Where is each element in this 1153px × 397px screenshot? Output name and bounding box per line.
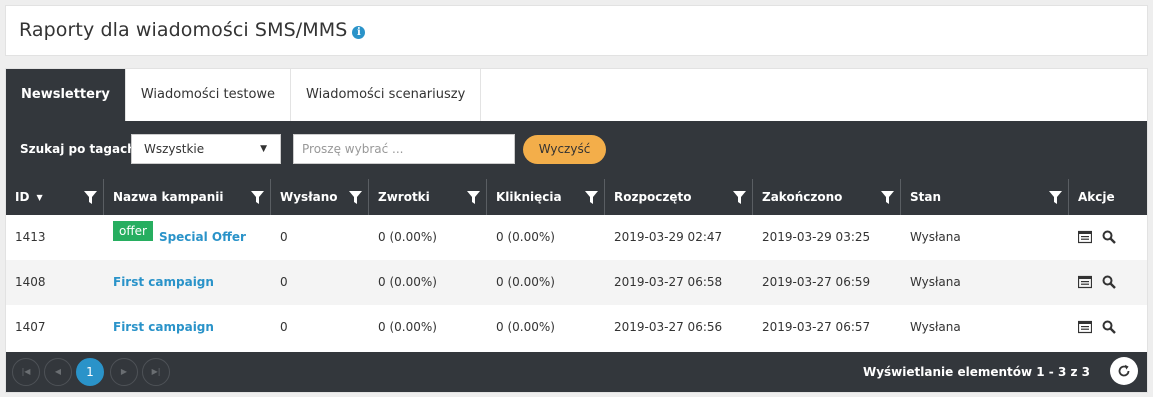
cell-sent: 0 — [280, 230, 288, 244]
cell-state: Wysłana — [910, 320, 961, 334]
filter-icon[interactable] — [251, 191, 264, 204]
tag-badge: offer — [113, 221, 153, 241]
column-label: ID — [15, 190, 30, 204]
filter-icon[interactable] — [585, 191, 598, 204]
cell-id: 1408 — [15, 275, 46, 289]
cell-started: 2019-03-27 06:56 — [614, 320, 723, 334]
reports-panel: Newslettery Wiadomości testowe Wiadomośc… — [5, 68, 1148, 393]
column-header-campaign-name[interactable]: Nazwa kampanii — [104, 179, 271, 215]
cell-campaign-name: First campaign — [104, 305, 271, 350]
first-page-icon[interactable]: |◀ — [12, 358, 40, 386]
column-label: Akcje — [1078, 190, 1115, 204]
column-header-started[interactable]: Rozpoczęto — [605, 179, 753, 215]
refresh-icon — [1118, 364, 1130, 377]
cell-sent: 0 — [280, 275, 288, 289]
table-row: 1413 offer Special Offer 0 0 (0.00%) 0 (0… — [6, 215, 1147, 260]
tag-search-label: Szukaj po tagach: — [20, 142, 141, 156]
clear-button[interactable]: Wyczyść — [523, 135, 606, 164]
last-page-icon[interactable]: ▶| — [142, 358, 170, 386]
column-label: Wysłano — [280, 190, 338, 204]
column-header-id[interactable]: ID ▼ — [6, 179, 104, 215]
prev-page-icon[interactable]: ◀ — [44, 358, 72, 386]
campaign-link[interactable]: First campaign — [113, 275, 214, 289]
filter-icon[interactable] — [467, 191, 480, 204]
filter-icon[interactable] — [733, 191, 746, 204]
report-list-icon[interactable] — [1078, 230, 1092, 244]
cell-started: 2019-03-29 02:47 — [614, 230, 723, 244]
sort-desc-icon[interactable]: ▼ — [36, 180, 42, 216]
page-header: Raporty dla wiadomości SMS/MMS i — [5, 5, 1148, 56]
search-icon[interactable] — [1102, 275, 1116, 289]
cell-finished: 2019-03-27 06:59 — [762, 275, 871, 289]
cell-clicks: 0 (0.00%) — [496, 275, 555, 289]
cell-actions — [1069, 305, 1147, 350]
tab-scenario-messages[interactable]: Wiadomości scenariuszy — [291, 69, 482, 121]
column-header-returns[interactable]: Zwrotki — [369, 179, 487, 215]
cell-actions — [1069, 260, 1147, 305]
table-row: 1407 First campaign 0 0 (0.00%) 0 (0.00%… — [6, 305, 1147, 350]
filter-icon[interactable] — [349, 191, 362, 204]
filter-icon[interactable] — [84, 191, 97, 204]
column-label: Zakończono — [762, 190, 843, 204]
tab-newsletters[interactable]: Newslettery — [6, 69, 126, 121]
next-page-icon[interactable]: ▶ — [110, 358, 138, 386]
cell-returns: 0 (0.00%) — [378, 230, 437, 244]
cell-state: Wysłana — [910, 275, 961, 289]
cell-actions — [1069, 215, 1147, 260]
info-icon[interactable]: i — [352, 26, 366, 39]
pagination-bar: |◀ ◀ 1 ▶ ▶| Wyświetlanie elementów 1 - 3… — [6, 352, 1147, 392]
column-header-state[interactable]: Stan — [901, 179, 1069, 215]
cell-returns: 0 (0.00%) — [378, 275, 437, 289]
column-header-clicks[interactable]: Kliknięcia — [487, 179, 605, 215]
cell-finished: 2019-03-29 03:25 — [762, 230, 871, 244]
tag-select-value: Wszystkie — [144, 142, 205, 156]
cell-started: 2019-03-27 06:58 — [614, 275, 723, 289]
column-label: Kliknięcia — [496, 190, 562, 204]
report-list-icon[interactable] — [1078, 320, 1092, 334]
campaign-link[interactable]: First campaign — [113, 320, 214, 334]
column-label: Zwrotki — [378, 190, 430, 204]
cell-clicks: 0 (0.00%) — [496, 230, 555, 244]
cell-campaign-name: offer Special Offer — [104, 215, 271, 260]
pager-info: Wyświetlanie elementów 1 - 3 z 3 — [862, 365, 1090, 379]
refresh-button[interactable] — [1110, 357, 1138, 385]
cell-campaign-name: First campaign — [104, 260, 271, 305]
tab-bar: Newslettery Wiadomości testowe Wiadomośc… — [6, 69, 482, 121]
tag-search-input[interactable] — [293, 134, 515, 164]
caret-down-icon: ▼ — [260, 144, 267, 154]
page-button-current[interactable]: 1 — [76, 358, 104, 386]
cell-id: 1413 — [15, 230, 46, 244]
tag-select[interactable]: Wszystkie ▼ — [131, 134, 281, 164]
cell-returns: 0 (0.00%) — [378, 320, 437, 334]
table-body: 1413 offer Special Offer 0 0 (0.00%) 0 (0… — [6, 215, 1147, 350]
search-icon[interactable] — [1102, 230, 1116, 244]
filter-toolbar: Szukaj po tagach: Wszystkie ▼ Wyczyść — [6, 121, 1147, 179]
column-header-finished[interactable]: Zakończono — [753, 179, 901, 215]
page-title-text: Raporty dla wiadomości SMS/MMS — [19, 19, 348, 41]
cell-clicks: 0 (0.00%) — [496, 320, 555, 334]
search-icon[interactable] — [1102, 320, 1116, 334]
table-row: 1408 First campaign 0 0 (0.00%) 0 (0.00%… — [6, 260, 1147, 305]
filter-icon[interactable] — [881, 191, 894, 204]
cell-sent: 0 — [280, 320, 288, 334]
column-label: Nazwa kampanii — [113, 190, 224, 204]
column-label: Rozpoczęto — [614, 190, 692, 204]
table-header: ID ▼ Nazwa kampanii Wysłano Zwrotki Klikn… — [6, 179, 1147, 215]
column-label: Stan — [910, 190, 942, 204]
cell-id: 1407 — [15, 320, 46, 334]
column-header-sent[interactable]: Wysłano — [271, 179, 369, 215]
cell-finished: 2019-03-27 06:57 — [762, 320, 871, 334]
report-list-icon[interactable] — [1078, 275, 1092, 289]
cell-state: Wysłana — [910, 230, 961, 244]
column-header-actions: Akcje — [1069, 179, 1147, 215]
campaign-link[interactable]: Special Offer — [159, 230, 246, 244]
filter-icon[interactable] — [1049, 191, 1062, 204]
tab-test-messages[interactable]: Wiadomości testowe — [125, 69, 292, 121]
page-title: Raporty dla wiadomości SMS/MMS i — [19, 19, 366, 41]
